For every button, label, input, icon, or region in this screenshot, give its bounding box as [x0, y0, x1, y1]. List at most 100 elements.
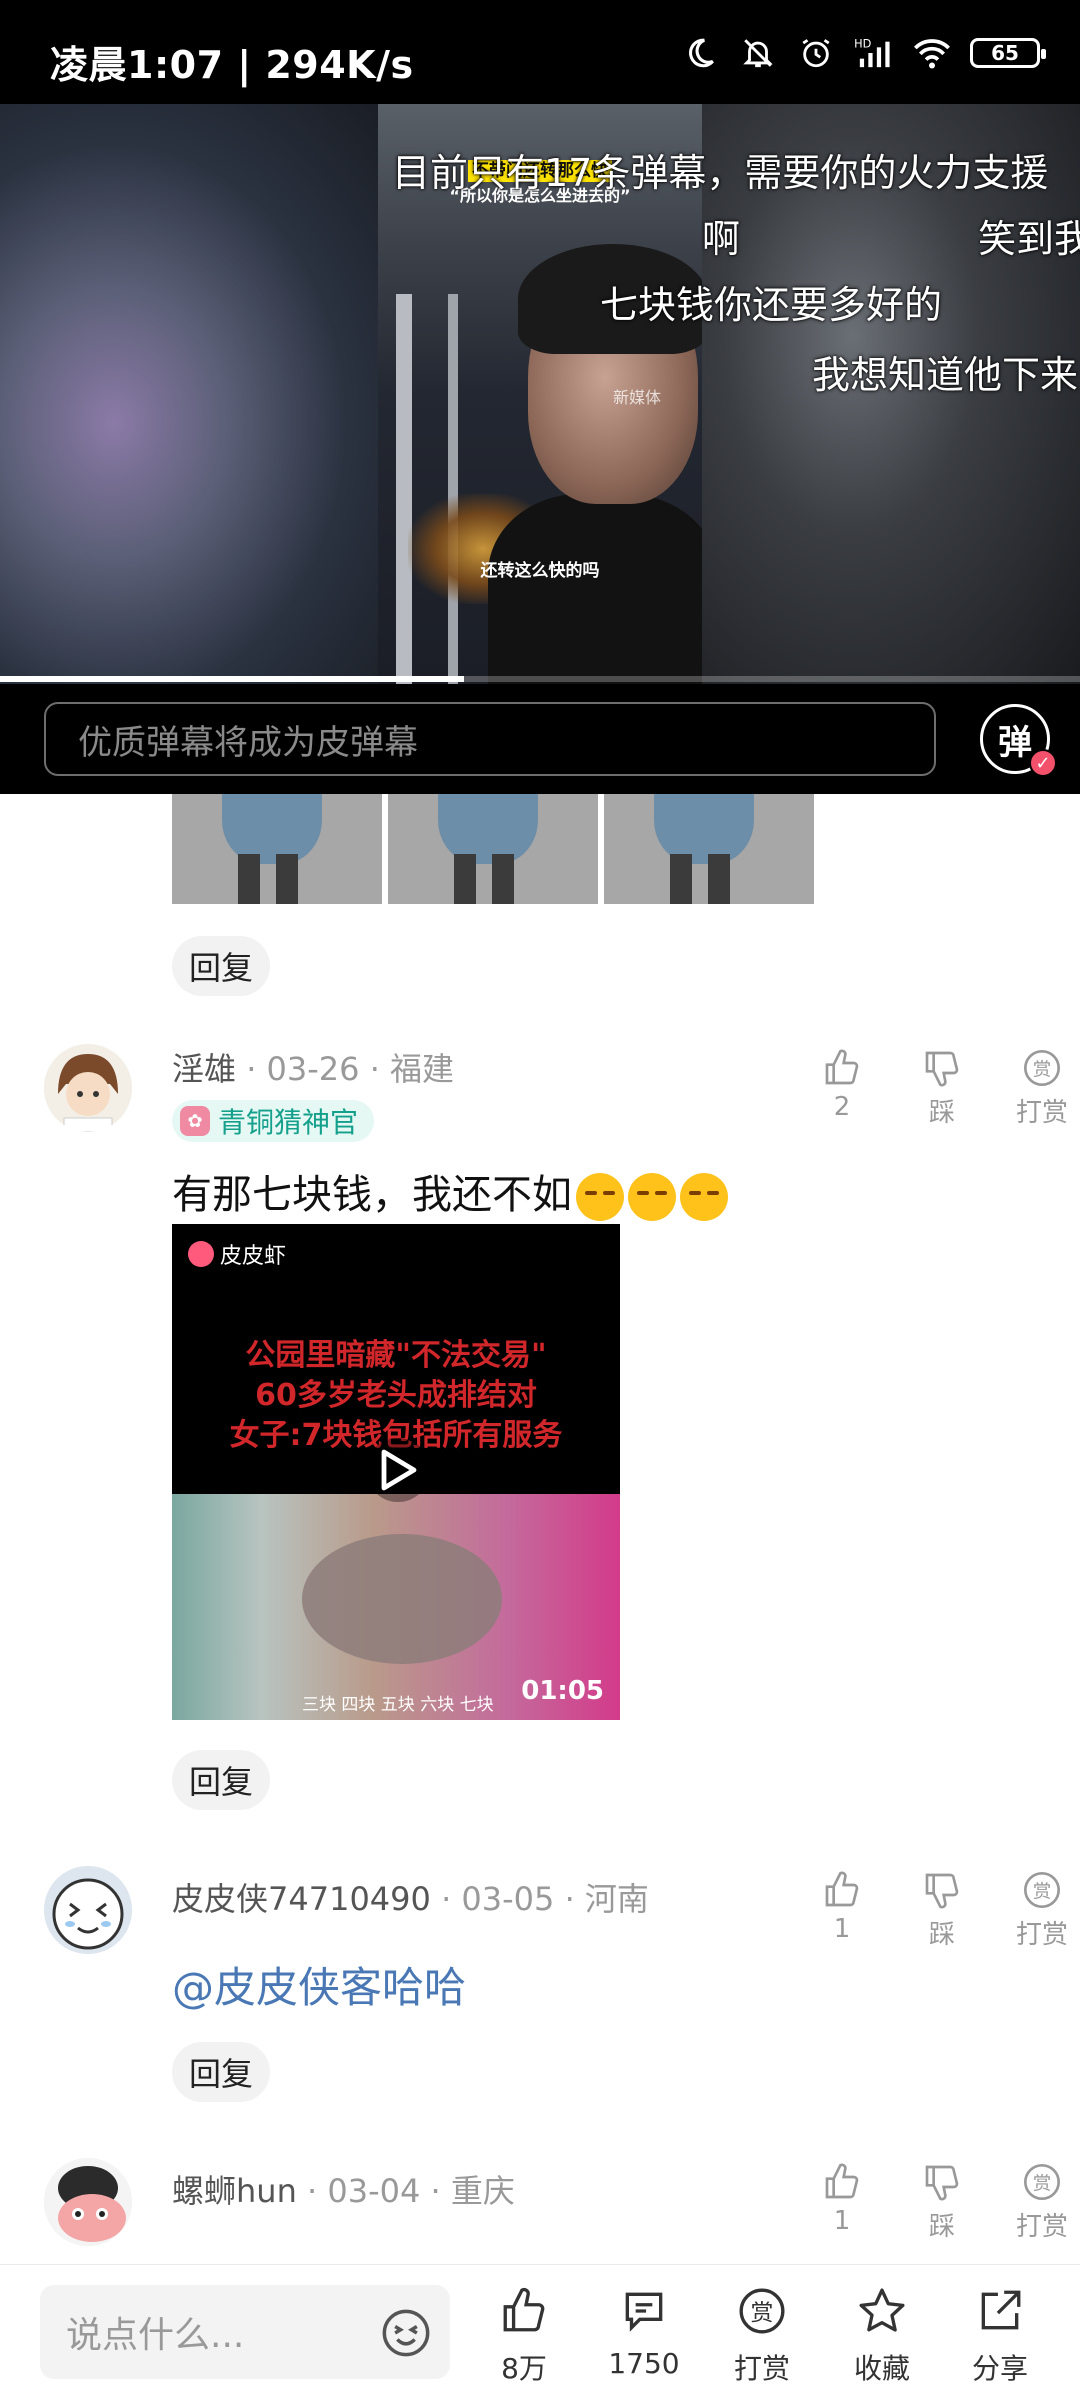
- wifi-icon: [912, 33, 952, 73]
- play-icon[interactable]: [366, 1438, 430, 1502]
- comment-date-location: · 03-04 · 重庆: [307, 2172, 515, 2210]
- video-duration: 01:05: [521, 1676, 604, 1706]
- reply-button[interactable]: 回复: [172, 936, 270, 996]
- video-progress-bar[interactable]: [0, 676, 1080, 682]
- app-logo-icon: [188, 1241, 214, 1267]
- tip-icon: 赏: [1022, 1046, 1062, 1090]
- comment-mention-link[interactable]: @皮皮侠客哈哈: [172, 1954, 466, 2015]
- emoji-icon[interactable]: [380, 2307, 432, 2368]
- comment-count-button[interactable]: 1750: [594, 2283, 694, 2380]
- like-post-button[interactable]: 8万: [474, 2283, 574, 2387]
- tip-button[interactable]: 赏 打赏: [1010, 2160, 1074, 2243]
- comment-video[interactable]: 皮皮虾 公园里暗藏"不法交易" 60多岁老头成排结对 女子:7块钱包括所有服务 …: [172, 1224, 620, 1720]
- comment-text: 有那七块钱，我还不如: [172, 1162, 728, 1221]
- tip-icon: 赏: [1022, 1868, 1062, 1912]
- share-icon: [975, 2283, 1025, 2339]
- tip-icon: 赏: [1022, 2160, 1062, 2204]
- comment-meta: 淫雄 · 03-26 · 福建: [172, 1044, 454, 1090]
- avatar[interactable]: [44, 1866, 132, 1954]
- like-button[interactable]: 1: [810, 2160, 874, 2243]
- comment-list[interactable]: 回复 淫雄 · 03-26 · 福建 2 踩 赏 打赏 ✿ 青铜猜神官 有那七块…: [0, 794, 1080, 2264]
- danmaku-item: 我想知道他下来: [812, 353, 1079, 397]
- video-app-logo: 皮皮虾: [188, 1238, 286, 1270]
- avatar[interactable]: [44, 2158, 132, 2246]
- thumb-down-icon: [922, 1046, 962, 1090]
- avatar[interactable]: [44, 1044, 132, 1132]
- tip-icon: 赏: [737, 2283, 787, 2339]
- video-scale-text: 三块 四块 五块 六块 七块: [302, 1695, 494, 1715]
- danmaku-item: 七块钱你还要多好的: [600, 283, 943, 327]
- star-icon: [857, 2283, 907, 2339]
- share-button[interactable]: 分享: [950, 2283, 1050, 2387]
- dislike-button[interactable]: 踩: [910, 2160, 974, 2243]
- like-button[interactable]: 2: [810, 1046, 874, 1129]
- video-headline-line: 公园里暗藏"不法交易": [245, 1338, 547, 1373]
- comment-input[interactable]: 说点什么...: [40, 2285, 450, 2379]
- alarm-icon: [796, 33, 836, 73]
- tip-button[interactable]: 赏 打赏: [1010, 1868, 1074, 1951]
- dislike-label: 踩: [928, 2212, 955, 2242]
- comment-count: 1750: [608, 2347, 680, 2380]
- user-badge[interactable]: ✿ 青铜猜神官: [172, 1100, 375, 1142]
- comment-actions: 1 踩 赏 打赏: [810, 2160, 1074, 2243]
- comment-username[interactable]: 螺蛳hun: [172, 2172, 297, 2210]
- svg-text:赏: 赏: [1033, 1060, 1051, 1081]
- comment-username[interactable]: 皮皮侠74710490: [172, 1880, 431, 1918]
- app-logo-label: 皮皮虾: [220, 1244, 287, 1269]
- video-rail: [448, 294, 458, 684]
- reply-button[interactable]: 回复: [172, 2042, 270, 2102]
- comment-image[interactable]: [172, 794, 382, 904]
- danmaku-input[interactable]: 优质弹幕将成为皮弹幕: [44, 702, 936, 776]
- badge-label: 青铜猜神官: [218, 1106, 359, 1139]
- status-time: 凌晨1:07 | 294K/s: [50, 43, 414, 87]
- bottom-action-bar: 说点什么... 8万 1750 赏 打赏 收藏 分享: [0, 2264, 1080, 2400]
- comment-meta: 皮皮侠74710490 · 03-05 · 河南: [172, 1874, 649, 1920]
- comment-username[interactable]: 淫雄: [172, 1050, 236, 1088]
- thumb-down-icon: [922, 2160, 962, 2204]
- like-post-count: 8万: [501, 2352, 547, 2385]
- video-headline-line: 60多岁老头成排结对: [255, 1378, 537, 1413]
- battery-icon: 65: [970, 38, 1046, 68]
- tip-button[interactable]: 赏 打赏: [1010, 1046, 1074, 1129]
- like-count: 2: [833, 1092, 851, 1122]
- favorite-button[interactable]: 收藏: [832, 2283, 932, 2387]
- like-count: 1: [833, 1914, 851, 1944]
- svg-text:HD: HD: [854, 36, 872, 50]
- signal-hd-icon: HD: [854, 33, 894, 73]
- thumb-up-icon: [822, 2160, 862, 2204]
- video-person-body: [488, 494, 702, 684]
- mute-bell-icon: [738, 33, 778, 73]
- danmaku-item: 目前只有17条弹幕，需要你的火力支援: [392, 151, 1049, 195]
- video-player[interactable]: 不带门还转那么快 “所以你是怎么坐进去的” 新媒体 还转这么快的吗 目前只有17…: [0, 104, 1080, 684]
- comment-text-content: 有那七块钱，我还不如: [172, 1172, 572, 1218]
- dislike-label: 踩: [928, 1920, 955, 1950]
- video-caption-bottom: 还转这么快的吗: [480, 561, 600, 581]
- comment-actions: 1 踩 赏 打赏: [810, 1868, 1074, 1951]
- thumb-up-icon: [822, 1868, 862, 1912]
- badge-icon: ✿: [180, 1106, 210, 1136]
- status-bar: 凌晨1:07 | 294K/s HD 65: [0, 0, 1080, 104]
- dislike-button[interactable]: 踩: [910, 1868, 974, 1951]
- moon-icon: [680, 33, 720, 73]
- comment-image-row: [172, 794, 814, 904]
- reply-button[interactable]: 回复: [172, 1750, 270, 1810]
- svg-text:赏: 赏: [751, 2300, 774, 2326]
- dislike-label: 踩: [928, 1098, 955, 1128]
- comment-image[interactable]: [604, 794, 814, 904]
- tip-label: 打赏: [1015, 1920, 1068, 1950]
- like-count: 1: [833, 2206, 851, 2236]
- tip-post-label: 打赏: [733, 2352, 790, 2385]
- thumb-up-icon: [499, 2283, 549, 2339]
- video-rail: [396, 294, 412, 684]
- tip-label: 打赏: [1015, 2212, 1068, 2242]
- tip-post-button[interactable]: 赏 打赏: [712, 2283, 812, 2387]
- comment-image[interactable]: [388, 794, 598, 904]
- video-progress-fill: [0, 676, 465, 682]
- danmaku-toggle-button[interactable]: 弹 ✓: [980, 704, 1057, 777]
- thumb-up-icon: [822, 1046, 862, 1090]
- thumb-down-icon: [922, 1868, 962, 1912]
- like-button[interactable]: 1: [810, 1868, 874, 1951]
- comment-icon: [619, 2283, 669, 2339]
- dislike-button[interactable]: 踩: [910, 1046, 974, 1129]
- favorite-label: 收藏: [853, 2352, 910, 2385]
